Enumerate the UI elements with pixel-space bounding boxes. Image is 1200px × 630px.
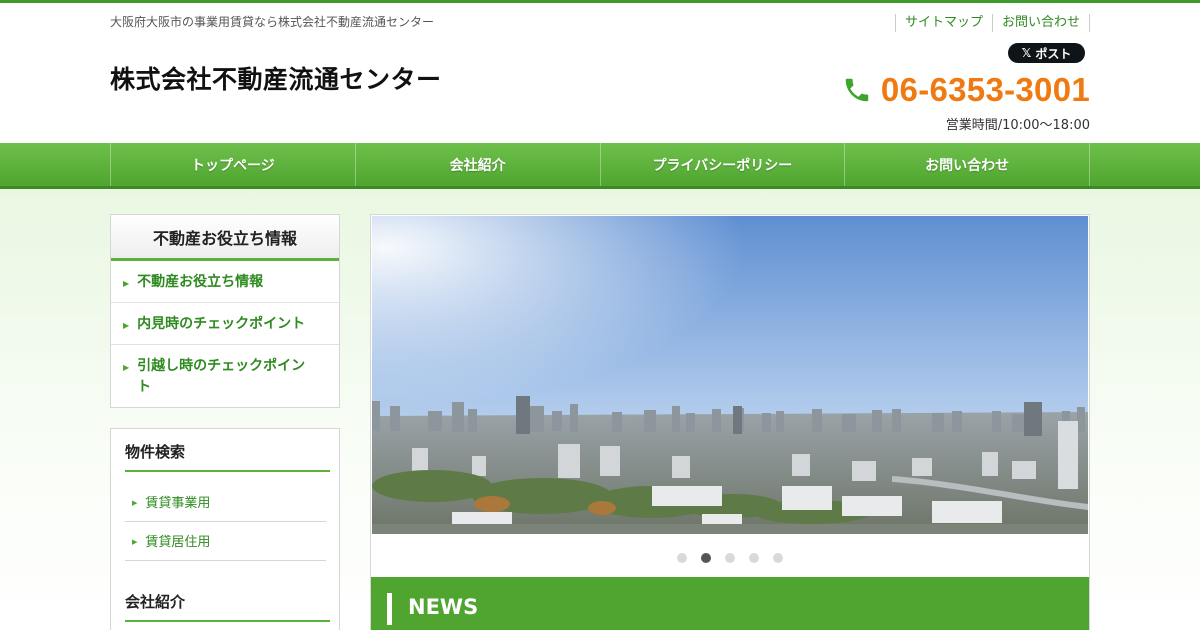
utility-links: サイトマップ お問い合わせ <box>894 13 1090 33</box>
sidebar-search-box: 物件検索 ▶ 賃貸事業用 ▶ 賃貸居住用 会社紹介 <box>110 428 340 630</box>
search-item-residential[interactable]: ▶ 賃貸居住用 <box>125 531 326 561</box>
sidebar-item-viewing-checkpoints[interactable]: ▶ 内見時のチェックポイント <box>111 303 339 345</box>
phone-number[interactable]: 06-6353-3001 <box>881 71 1090 109</box>
sidebar-item-label: 不動産お役立ち情報 <box>137 274 264 290</box>
main-content: NEWS <box>370 214 1090 630</box>
x-logo-icon: 𝕏 <box>1021 46 1032 60</box>
slider-dot[interactable] <box>677 553 687 563</box>
sidebar-info-box: 不動産お役立ち情報 ▶ 不動産お役立ち情報 ▶ 内見時のチェックポイント ▶ 引… <box>110 214 340 408</box>
nav-contact[interactable]: お問い合わせ <box>844 143 1090 186</box>
triangle-bullet-icon: ▶ <box>132 499 138 507</box>
slider-dot-active[interactable] <box>701 553 711 563</box>
property-search-heading: 物件検索 <box>125 441 330 472</box>
sidebar-info-title: 不動産お役立ち情報 <box>111 215 339 261</box>
company-intro-heading: 会社紹介 <box>125 591 330 622</box>
sidebar-item-useful-info[interactable]: ▶ 不動産お役立ち情報 <box>111 261 339 303</box>
sidebar-item-moving-checkpoints[interactable]: ▶ 引越し時のチェックポイント <box>111 345 339 406</box>
sidebar-item-label: 引越し時のチェックポイント <box>137 358 306 395</box>
triangle-bullet-icon: ▶ <box>123 279 130 288</box>
slider-dot[interactable] <box>773 553 783 563</box>
nav-top-page[interactable]: トップページ <box>110 143 355 186</box>
news-accent-bar <box>387 593 392 625</box>
news-title: NEWS <box>408 595 479 619</box>
hero-slider-image[interactable] <box>372 216 1088 534</box>
search-item-label: 賃貸居住用 <box>145 535 211 550</box>
nav-company[interactable]: 会社紹介 <box>354 143 600 186</box>
site-tagline: 大阪府大阪市の事業用賃貸なら株式会社不動産流通センター <box>110 15 435 29</box>
nav-privacy-policy[interactable]: プライバシーポリシー <box>599 143 845 186</box>
business-hours: 営業時間/10:00～18:00 <box>945 118 1090 133</box>
slider-dot[interactable] <box>749 553 759 563</box>
triangle-bullet-icon: ▶ <box>123 321 130 330</box>
phone-icon <box>841 74 873 106</box>
x-post-button[interactable]: 𝕏 ポスト <box>1008 43 1085 63</box>
slider-dot[interactable] <box>725 553 735 563</box>
global-nav: トップページ 会社紹介 プライバシーポリシー お問い合わせ <box>0 143 1200 189</box>
slider-pagination <box>371 553 1089 563</box>
sitemap-link[interactable]: サイトマップ <box>894 14 992 32</box>
sidebar-item-label: 内見時のチェックポイント <box>137 316 306 332</box>
triangle-bullet-icon: ▶ <box>123 363 130 372</box>
contact-link[interactable]: お問い合わせ <box>991 14 1090 32</box>
search-item-label: 賃貸事業用 <box>145 496 211 511</box>
triangle-bullet-icon: ▶ <box>132 538 138 546</box>
top-accent-bar <box>0 0 1200 3</box>
search-item-commercial[interactable]: ▶ 賃貸事業用 <box>125 492 326 522</box>
phone-contact[interactable]: 06-6353-3001 <box>840 70 1090 110</box>
x-post-label: ポスト <box>1035 46 1072 61</box>
news-section-header: NEWS <box>371 577 1089 630</box>
company-logo-text[interactable]: 株式会社不動産流通センター <box>110 60 442 96</box>
